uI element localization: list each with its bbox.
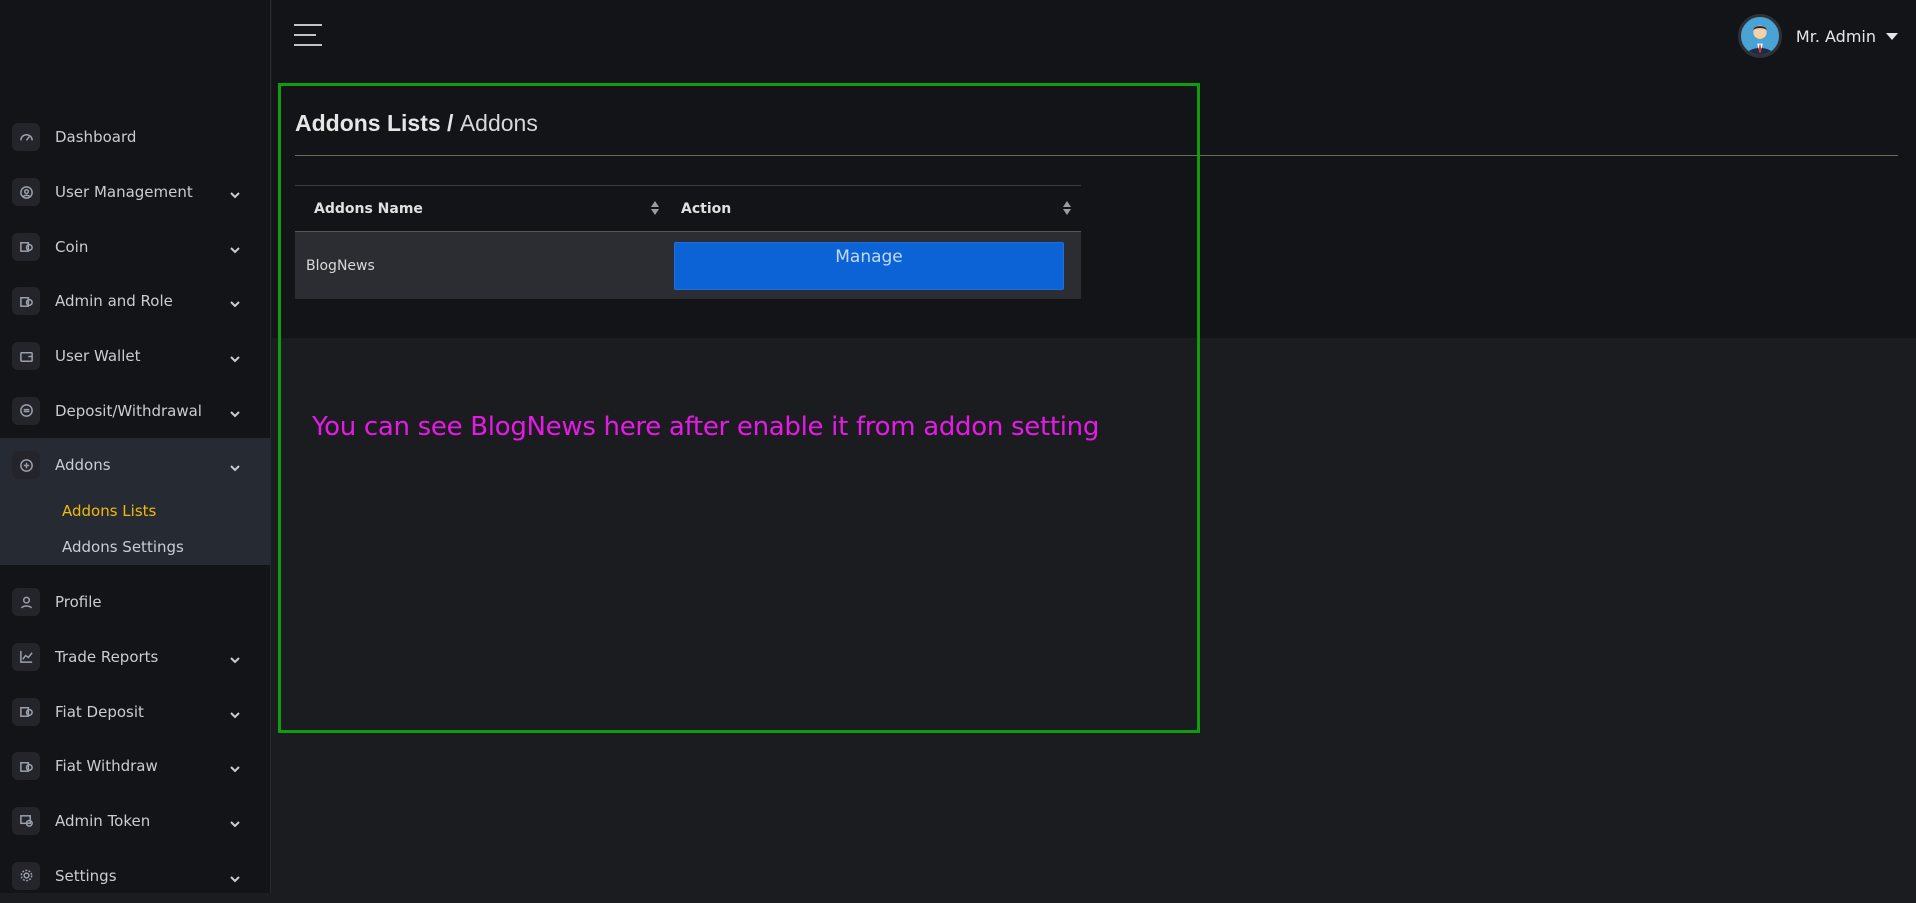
sidebar-item-label: Coin xyxy=(55,237,89,256)
sidebar-item-addons[interactable]: Addons xyxy=(0,438,271,493)
sidebar-item-label: User Wallet xyxy=(55,347,141,366)
coin-icon xyxy=(12,752,40,781)
sidebar-item-deposit-withdrawal[interactable]: Deposit/Withdrawal xyxy=(0,383,271,438)
sidebar: Dashboard User Management Coin Admin and… xyxy=(0,0,271,893)
caret-down-icon xyxy=(1886,32,1898,40)
column-header-addons-name[interactable]: Addons Name xyxy=(295,186,669,231)
sidebar-group-addons: Addons Addons Lists Addons Settings xyxy=(0,438,271,565)
sidebar-item-label: Trade Reports xyxy=(55,647,159,666)
sidebar-nav: Dashboard User Management Coin Admin and… xyxy=(0,110,271,903)
chevron-down-icon xyxy=(229,706,241,718)
topbar: Mr. Admin xyxy=(272,0,1916,75)
addons-table: Addons Name Action BlogNews Manage xyxy=(295,185,1081,299)
chevron-down-icon xyxy=(229,186,241,199)
user-menu[interactable]: Mr. Admin xyxy=(1737,14,1898,58)
chevron-down-icon xyxy=(229,815,241,828)
sidebar-item-dashboard[interactable]: Dashboard xyxy=(0,110,271,165)
chevron-down-icon xyxy=(229,405,241,418)
sidebar-item-label: Fiat Withdraw xyxy=(55,757,158,776)
column-header-label: Addons Name xyxy=(314,200,423,217)
chevron-down-icon xyxy=(229,760,241,773)
sidebar-item-user-wallet[interactable]: User Wallet xyxy=(0,329,271,384)
manage-button[interactable]: Manage xyxy=(674,241,1064,290)
sidebar-item-label: Admin Token xyxy=(55,811,151,830)
token-icon xyxy=(12,806,40,835)
table-header: Addons Name Action xyxy=(295,186,1081,232)
addon-name-cell: BlogNews xyxy=(306,257,375,274)
breadcrumb: Addons xyxy=(459,110,538,136)
action-cell: Manage xyxy=(669,241,1081,290)
sidebar-subitem-addons-settings[interactable]: Addons Settings xyxy=(0,529,271,565)
sidebar-item-profile[interactable]: Profile xyxy=(0,575,271,630)
chevron-down-icon xyxy=(229,295,241,308)
table-row: BlogNews Manage xyxy=(295,232,1081,299)
coin-icon xyxy=(12,232,40,261)
sidebar-subitem-addons-lists[interactable]: Addons Lists xyxy=(0,493,271,529)
user-circle-icon xyxy=(12,178,40,207)
sidebar-item-fiat-withdraw[interactable]: Fiat Withdraw xyxy=(0,739,271,794)
sidebar-item-admin-token[interactable]: Admin Token xyxy=(0,794,271,849)
gear-icon xyxy=(12,861,40,890)
sidebar-item-label: Admin and Role xyxy=(55,292,173,311)
chevron-down-icon xyxy=(229,350,241,363)
sidebar-item-settings[interactable]: Settings xyxy=(0,848,271,903)
dashboard-icon xyxy=(12,123,40,152)
sidebar-item-trade-reports[interactable]: Trade Reports xyxy=(0,630,271,685)
annotation-note: You can see BlogNews here after enable i… xyxy=(312,412,1100,442)
page-title: Addons Lists / Addons xyxy=(295,110,538,137)
user-icon xyxy=(12,588,40,617)
user-name: Mr. Admin xyxy=(1795,26,1876,46)
sort-icon xyxy=(1063,201,1071,217)
menu-toggle-icon[interactable] xyxy=(294,24,322,48)
sort-icon xyxy=(651,201,659,217)
sidebar-item-user-management[interactable]: User Management xyxy=(0,165,271,220)
sidebar-item-label: Fiat Deposit xyxy=(55,702,144,721)
coin-icon xyxy=(12,287,40,316)
sidebar-item-admin-and-role[interactable]: Admin and Role xyxy=(0,274,271,329)
chart-line-icon xyxy=(12,642,40,671)
sidebar-item-label: Settings xyxy=(55,866,117,885)
column-header-label: Action xyxy=(681,200,732,217)
sidebar-item-label: Dashboard xyxy=(55,128,137,147)
sidebar-item-label: Deposit/Withdrawal xyxy=(55,401,202,420)
column-header-action[interactable]: Action xyxy=(669,186,1081,231)
chevron-down-icon xyxy=(229,241,241,254)
chevron-down-icon xyxy=(229,459,241,472)
sidebar-item-label: Addons xyxy=(55,456,111,475)
sidebar-item-label: Profile xyxy=(55,593,102,612)
title-divider xyxy=(295,155,1898,156)
sidebar-item-label: User Management xyxy=(55,183,193,202)
coin-icon xyxy=(12,697,40,726)
sidebar-item-coin[interactable]: Coin xyxy=(0,219,271,274)
sidebar-item-fiat-deposit[interactable]: Fiat Deposit xyxy=(0,684,271,739)
chevron-down-icon xyxy=(229,651,241,664)
page-title-text: Addons Lists / xyxy=(295,110,454,136)
wallet-icon xyxy=(12,342,40,371)
addons-icon xyxy=(12,451,40,480)
avatar xyxy=(1737,14,1782,58)
chevron-down-icon xyxy=(229,870,241,883)
exchange-icon xyxy=(12,396,40,425)
